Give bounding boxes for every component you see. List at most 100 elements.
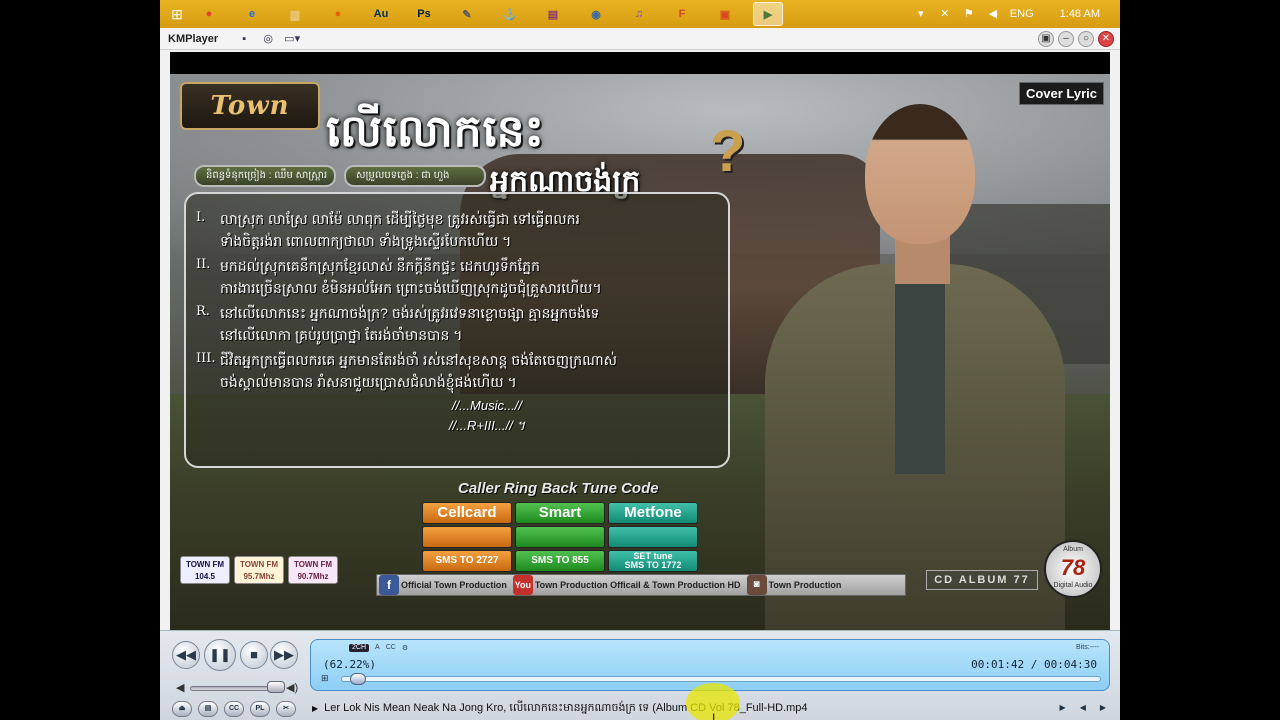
lcd-tag[interactable]: A	[375, 644, 380, 652]
bottom-button[interactable]: ⏏	[172, 701, 192, 717]
video-frame: Town លើលោកនេះ អ្នកណាចង់ក្រ ? Cover Lyric…	[170, 74, 1110, 630]
ringback-sms-line: SMS TO 1772	[624, 560, 682, 570]
seek-bar[interactable]	[341, 673, 1101, 685]
next-button[interactable]: ▶▶	[270, 641, 298, 669]
lyric-line: លាស្រុក លាស្រែ លាម៉ែ លាពុក ដើម្បីថ្ងៃមុខ…	[220, 211, 580, 227]
kmplayer-titlebar: KMPlayer ▪ ◎ ▭▾ ▣ – ○ ✕	[160, 28, 1120, 50]
ie-icon[interactable]: e	[237, 2, 267, 26]
bottom-button[interactable]: ▤	[198, 701, 218, 717]
windows-start-icon[interactable]: ⊞	[160, 0, 194, 28]
flag-icon[interactable]: ⚑	[962, 7, 976, 21]
lcd-tag[interactable]: 2CH	[349, 644, 370, 652]
desktop-window: ⊞ ● e ▆ ● Au Ps ✎ ⚓ ▤ ◉ ♫ F ▣ ▶ ▾ ✕ ⚑ ◀ ENG 1:48 AM K…	[160, 0, 1120, 720]
question-mark: ?	[710, 119, 746, 184]
kmplayer-icon[interactable]: ▶	[753, 2, 783, 26]
lyric-verse-number: R.	[196, 304, 210, 319]
speaker-icon[interactable]: ◀	[986, 7, 1000, 21]
facebook-icon: f	[379, 575, 399, 595]
nav-arrow-icon[interactable]: ◀	[1080, 703, 1086, 712]
cd-album-label: CD ALBUM 77	[926, 570, 1038, 590]
seek-knob[interactable]	[349, 673, 366, 685]
close-button[interactable]: ✕	[1098, 31, 1114, 47]
winrar-icon[interactable]: ▤	[538, 2, 568, 26]
lyric-verse: III. ជីវិតអ្នកក្រធ្វើពលករគេ អ្នកមានតែរង់ច…	[196, 349, 718, 393]
ringback-title: Caller Ring Back Tune Code	[458, 480, 659, 497]
nav-arrow-icon[interactable]: ▶	[1100, 703, 1106, 712]
ringback-sms-cellcard: SMS TO 2727	[422, 550, 512, 572]
percent-display: (62.22%)	[323, 658, 376, 671]
lyric-verse: R. នៅលើលោកនេះ អ្នកណាចង់ក្រ? ចង់រស់ត្រូវរវ…	[196, 302, 718, 346]
ringback-brand-metfone: Metfone	[608, 502, 698, 524]
seek-icon[interactable]: ⊞	[321, 673, 329, 684]
ringback-sms-metfone: SET tune SMS TO 1772	[608, 550, 698, 572]
lcd-tag[interactable]: ⚙	[402, 644, 408, 652]
bottom-bar: ⏏▤CCPL✂ Ler Lok Nis Mean Neak Na Jong Kr…	[160, 697, 1120, 720]
lyric-verse: I. លាស្រុក លាស្រែ លាម៉ែ លាពុក ដើម្បីថ្ងៃម…	[196, 208, 718, 252]
tray-arrow-icon[interactable]: ▾	[914, 7, 928, 21]
previous-button[interactable]: ◀◀	[172, 641, 200, 669]
repeat-line: //...R+III...// ។	[448, 418, 526, 433]
lyric-verse-text: នៅលើលោកនេះ អ្នកណាចង់ក្រ? ចង់រស់ត្រូវរវេទ…	[220, 302, 599, 346]
language-indicator[interactable]: ENG	[1010, 8, 1034, 20]
time-display[interactable]: 00:01:42 / 00:04:30	[971, 658, 1097, 671]
volume-knob[interactable]	[266, 681, 285, 693]
tool-icon[interactable]: ✎	[452, 2, 482, 26]
nav-right: ▶ ◀ ▶	[1060, 703, 1106, 712]
radio-logos: TOWN FM 104.5 TOWN FM 95.7Mhz TOWN FM 90.7…	[180, 556, 338, 584]
pin-icon[interactable]: ▪	[236, 31, 252, 47]
network-icon[interactable]: ✕	[938, 7, 952, 21]
lyric-line: ការងារច្រើនស្រាល ខំមិនអល់អែក ព្រោះចង់ឃើញ…	[220, 280, 602, 296]
camera-icon[interactable]: ◉	[581, 2, 611, 26]
volume-high-icon[interactable]: ◀)	[286, 681, 298, 694]
lyric-line: ជីវិតអ្នកក្រធ្វើពលករគេ អ្នកមានតែរង់ចាំ រ…	[220, 352, 618, 368]
lyric-verse-text: ជីវិតអ្នកក្រធ្វើពលករគេ អ្នកមានតែរង់ចាំ រ…	[220, 349, 617, 393]
fonts-icon[interactable]: F	[667, 2, 697, 26]
minimize-button[interactable]: –	[1058, 31, 1074, 47]
bottom-button[interactable]: ✂	[276, 701, 296, 717]
system-tray: ▾ ✕ ⚑ ◀ ENG 1:48 AM	[914, 0, 1120, 28]
nav-arrow-icon[interactable]: ▶	[1060, 703, 1066, 712]
cover-lyric-badge: Cover Lyric	[1018, 82, 1104, 105]
stop-button[interactable]: ■	[240, 641, 268, 669]
album-badge-number: 78	[1060, 555, 1086, 580]
bottom-button[interactable]: PL	[250, 701, 270, 717]
music-line: //...Music...//	[451, 398, 523, 413]
radio-logo: TOWN FM 104.5	[180, 556, 230, 584]
screen: ⊞ ● e ▆ ● Au Ps ✎ ⚓ ▤ ◉ ♫ F ▣ ▶ ▾ ✕ ⚑ ◀ ENG 1:48 AM K…	[0, 0, 1280, 720]
pause-button[interactable]: ❚❚	[204, 639, 236, 671]
screen-icon[interactable]: ▭▾	[284, 31, 300, 47]
album-badge-label: Album	[1063, 546, 1083, 553]
maximize-button[interactable]: ○	[1078, 31, 1094, 47]
firefox-icon[interactable]: ●	[323, 2, 353, 26]
lyric-verse-text: លាស្រុក លាស្រែ លាម៉ែ លាពុក ដើម្បីថ្ងៃមុខ…	[220, 208, 580, 252]
anchor-icon[interactable]: ⚓	[495, 2, 525, 26]
radio-logo: TOWN FM 95.7Mhz	[234, 556, 284, 584]
lyric-verse-number: III.	[196, 351, 216, 366]
folder-icon[interactable]: ▆	[280, 2, 310, 26]
text-cursor-icon: I	[712, 711, 716, 720]
volume-low-icon[interactable]: ◀	[176, 681, 184, 694]
itunes-icon[interactable]: ♫	[624, 2, 654, 26]
town-logo: Town	[180, 82, 320, 130]
ringback-code-slot	[608, 526, 698, 548]
ringback-sms-line: SMS TO 2727	[435, 555, 499, 566]
video-area[interactable]: Town លើលោកនេះ អ្នកណាចង់ក្រ ? Cover Lyric…	[170, 52, 1110, 630]
chrome-icon[interactable]: ●	[194, 2, 224, 26]
clock[interactable]: 1:48 AM	[1060, 8, 1100, 20]
lyric-line: មកដល់ស្រុកគេនឹកស្រុកខ្មែរលាស់ នឹកក្តីនឹក…	[220, 258, 540, 274]
photoshop-icon[interactable]: Ps	[409, 2, 439, 26]
app-name[interactable]: KMPlayer	[168, 33, 218, 45]
bottom-button[interactable]: CC	[224, 701, 244, 717]
compact-mode-button[interactable]: ▣	[1038, 31, 1054, 47]
lcd-tags: 2CH A CC ⚙	[349, 644, 408, 652]
skin-icon[interactable]: ◎	[260, 31, 276, 47]
social-label: Town Production Officail & Town Producti…	[534, 580, 741, 590]
taskbar: ⊞ ● e ▆ ● Au Ps ✎ ⚓ ▤ ◉ ♫ F ▣ ▶ ▾ ✕ ⚑ ◀ ENG 1:48 AM	[160, 0, 1120, 28]
shirt	[895, 274, 945, 474]
social-label: Town Production	[768, 580, 842, 590]
lyricist-credit: និពន្ធទំនុកច្រៀង : ឈឹម សាស្រ្តារ	[194, 165, 336, 187]
lcd-tag[interactable]: CC	[386, 644, 396, 652]
office-icon[interactable]: ▣	[710, 2, 740, 26]
audition-icon[interactable]: Au	[366, 2, 396, 26]
window-controls: ▣ – ○ ✕	[1038, 31, 1114, 47]
